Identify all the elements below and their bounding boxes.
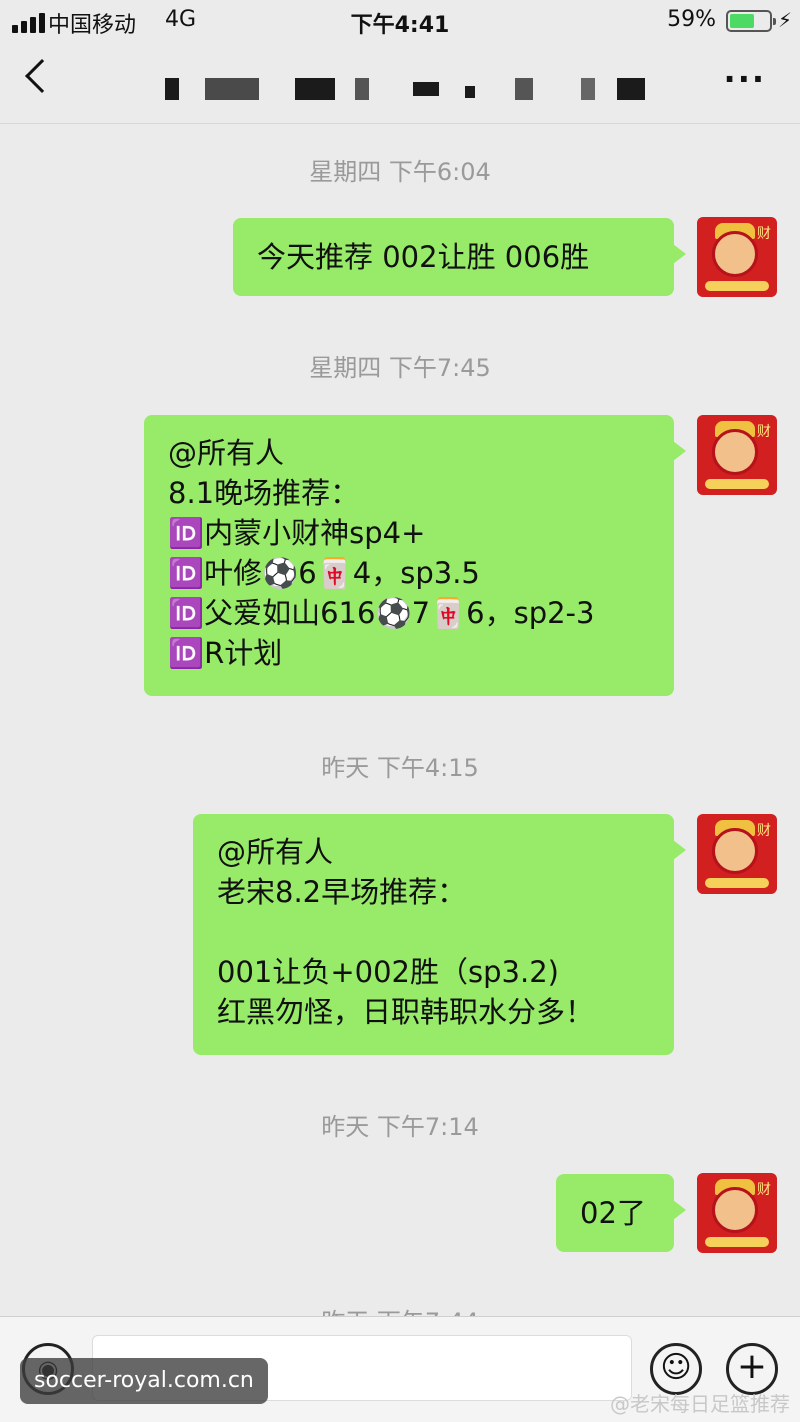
user-avatar[interactable]: 财 [697,1173,777,1253]
battery-percent: 59% [667,7,716,32]
message-text: 🆔R计划 [168,636,283,670]
timestamp: 星期四 下午6:04 [309,158,491,186]
status-bar: 中国移动 4G 下午4:41 59% ⚡ [0,0,800,42]
chat-header: ··· [0,42,800,124]
message-text: 今天推荐 002让胜 006胜 [257,240,590,274]
message-bubble[interactable]: 今天推荐 002让胜 006胜 [233,218,686,296]
message-text: 🆔父爱如山616⚽7🀄6，sp2-3 [168,596,595,630]
message-bubble[interactable]: 02了 [556,1174,686,1252]
message-bubble[interactable]: @所有人 老宋8.2早场推荐： 001让负+002胜（sp3.2) 红黑勿怪，日… [193,814,686,1055]
more-options-button[interactable]: ··· [724,60,766,98]
message-text: 001让负+002胜（sp3.2) [217,955,559,989]
charging-icon: ⚡ [777,8,792,32]
user-avatar[interactable]: 财 [697,415,777,495]
message-text: 红黑勿怪，日职韩职水分多！ [217,995,595,1029]
message-text: 🆔叶修⚽6🀄4，sp3.5 [168,556,480,590]
timestamp: 昨天 下午7:14 [321,1113,479,1141]
message-text: 🆔内蒙小财神sp4+ [168,516,426,550]
weibo-watermark: @老宋每日足篮推荐 [610,1392,790,1416]
message-text: @所有人 [168,436,285,470]
message-bubble[interactable]: @所有人 8.1晚场推荐： 🆔内蒙小财神sp4+ 🆔叶修⚽6🀄4，sp3.5 🆔… [144,415,686,696]
timestamp: 昨天 下午4:15 [321,754,479,782]
battery-icon [726,10,776,32]
timestamp: 星期四 下午7:45 [309,354,491,382]
message-text [217,912,650,952]
user-avatar[interactable]: 财 [697,217,777,297]
chat-title-redacted [165,72,655,106]
back-arrow-icon[interactable] [25,59,59,93]
message-text: 老宋8.2早场推荐： [217,875,467,909]
message-text: @所有人 [217,835,334,869]
watermark: soccer-royal.com.cn [20,1358,268,1404]
message-text: 8.1晚场推荐： [168,476,360,510]
user-avatar[interactable]: 财 [697,814,777,894]
message-text: 02了 [580,1196,646,1230]
